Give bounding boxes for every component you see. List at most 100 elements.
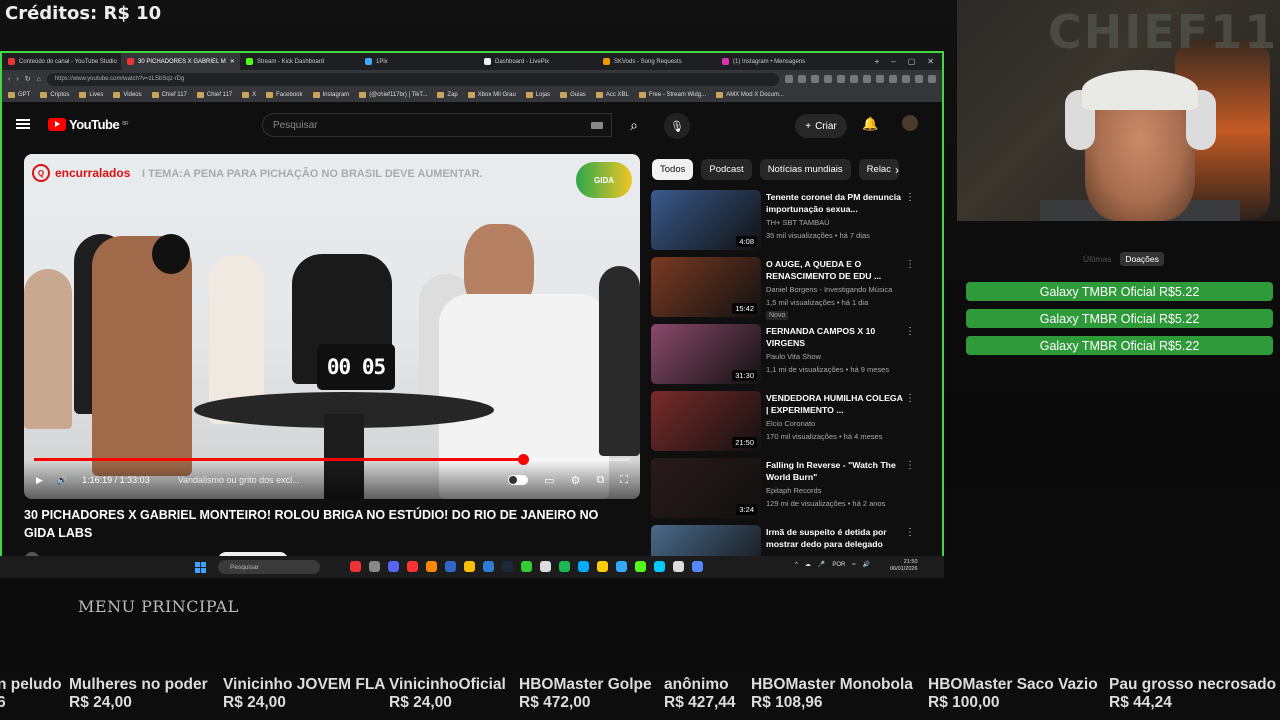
fullscreen-icon[interactable]: ⛶ bbox=[620, 474, 628, 487]
video-title-link[interactable]: VENDEDORA HUMILHA COLEGA | EXPERIMENTO .… bbox=[766, 392, 906, 416]
bookmark-item[interactable]: Guias bbox=[560, 92, 586, 98]
extension-icon[interactable] bbox=[902, 75, 910, 83]
firefox-icon[interactable] bbox=[426, 561, 437, 572]
app-icon[interactable] bbox=[654, 561, 665, 572]
browser-tab[interactable]: Dashboard - LivePix bbox=[478, 53, 597, 70]
reload-icon[interactable]: ↻ bbox=[25, 75, 31, 83]
back-icon[interactable]: ‹ bbox=[8, 76, 10, 83]
more-options-icon[interactable]: ⋮ bbox=[905, 527, 915, 538]
bookmark-item[interactable]: X bbox=[242, 92, 256, 98]
youtube-logo[interactable]: YouTube BR bbox=[48, 117, 129, 132]
channel-name[interactable]: Epitaph Records bbox=[766, 485, 911, 496]
bookmark-item[interactable]: Facebook bbox=[266, 92, 303, 98]
bookmark-item[interactable]: (@chief117br) | TikT... bbox=[359, 92, 427, 98]
taskbar-clock[interactable]: 21:50 06/01/2026 bbox=[890, 559, 918, 573]
more-options-icon[interactable]: ⋮ bbox=[905, 326, 915, 337]
video-title-link[interactable]: FERNANDA CAMPOS X 10 VIRGENS bbox=[766, 325, 906, 349]
close-tab-icon[interactable]: ✕ bbox=[230, 58, 235, 65]
search-button[interactable]: ⌕ bbox=[614, 113, 654, 137]
bookmark-item[interactable]: Criptos bbox=[40, 92, 69, 98]
bookmark-item[interactable]: Chief 117 bbox=[196, 92, 232, 98]
bookmark-item[interactable]: Instagram bbox=[312, 92, 349, 98]
channel-name[interactable]: TH+ SBT TAMBAÚ bbox=[766, 217, 911, 228]
minimize-icon[interactable]: – bbox=[891, 57, 895, 66]
more-options-icon[interactable]: ⋮ bbox=[905, 460, 915, 471]
calculator-icon[interactable] bbox=[616, 561, 627, 572]
edge-icon[interactable] bbox=[483, 561, 494, 572]
app-icon[interactable] bbox=[692, 561, 703, 572]
chapter-label[interactable]: Vandalismo ou grito dos excl... bbox=[178, 475, 300, 485]
app-icon[interactable] bbox=[369, 561, 380, 572]
play-icon[interactable]: ▶ bbox=[36, 475, 43, 486]
spotify-icon[interactable] bbox=[559, 561, 570, 572]
bookmark-item[interactable]: Chief 117 bbox=[151, 92, 187, 98]
settings-gear-icon[interactable]: ⚙ bbox=[571, 474, 581, 487]
filter-chip[interactable]: Relac bbox=[858, 159, 899, 180]
extension-icon[interactable] bbox=[850, 75, 858, 83]
extension-icon[interactable] bbox=[889, 75, 897, 83]
speaker-icon[interactable]: 🔊 bbox=[863, 561, 870, 568]
miniplayer-icon[interactable]: ⧉ bbox=[596, 474, 604, 487]
bookmark-item[interactable]: Lives bbox=[79, 92, 103, 98]
video-thumbnail[interactable]: 15:42 bbox=[651, 257, 761, 317]
extension-icon[interactable] bbox=[837, 75, 845, 83]
video-thumbnail[interactable]: 31:30 bbox=[651, 324, 761, 384]
bookmark-item[interactable]: Acc XBL bbox=[595, 92, 629, 98]
xbox-icon[interactable] bbox=[521, 561, 532, 572]
filter-chip[interactable]: Notícias mundiais bbox=[759, 159, 851, 180]
maximize-icon[interactable]: ▢ bbox=[908, 57, 916, 66]
new-tab-icon[interactable]: + bbox=[875, 57, 880, 66]
close-window-icon[interactable]: ✕ bbox=[927, 57, 934, 66]
opera-icon[interactable] bbox=[407, 561, 418, 572]
windows-start-icon[interactable] bbox=[195, 562, 206, 573]
video-thumbnail[interactable]: 21:50 bbox=[651, 391, 761, 451]
bookmark-item[interactable]: Xbox Mil Grau bbox=[467, 92, 516, 98]
channel-name[interactable]: Elcio Coronato bbox=[766, 418, 911, 429]
chevron-up-icon[interactable]: ^ bbox=[795, 562, 798, 568]
filter-chip[interactable]: Podcast bbox=[701, 159, 752, 180]
more-options-icon[interactable]: ⋮ bbox=[905, 393, 915, 404]
video-title-link[interactable]: Falling In Reverse - "Watch The World Bu… bbox=[766, 459, 906, 483]
language-label[interactable]: POR bbox=[832, 562, 845, 568]
discord-icon[interactable] bbox=[388, 561, 399, 572]
autoplay-toggle[interactable] bbox=[508, 475, 529, 485]
more-options-icon[interactable]: ⋮ bbox=[905, 259, 915, 270]
video-title-link[interactable]: Irmã de suspeito é detida por mostrar de… bbox=[766, 526, 906, 550]
tab-latest[interactable]: Últimas bbox=[1078, 252, 1116, 266]
subtitles-icon[interactable]: ▭ bbox=[544, 474, 554, 487]
steam-icon[interactable] bbox=[502, 561, 513, 572]
hamburger-menu-icon[interactable] bbox=[16, 119, 30, 129]
recommended-video[interactable]: 31:30 FERNANDA CAMPOS X 10 VIRGENS Paulo V… bbox=[651, 324, 931, 384]
extension-icon[interactable] bbox=[798, 75, 806, 83]
browser-tab[interactable]: SKVods - Song Requests bbox=[597, 53, 716, 70]
video-title-link[interactable]: O AUGE, A QUEDA E O RENASCIMENTO DE EDU … bbox=[766, 258, 906, 282]
recommended-video[interactable]: 4:08 Tenente coronel da PM denuncia impor… bbox=[651, 190, 931, 250]
browser-tab[interactable]: Conteúdo do canal - YouTube Studio bbox=[2, 53, 121, 70]
bookmark-item[interactable]: GPT bbox=[8, 92, 30, 98]
volume-icon[interactable]: 🔊 bbox=[57, 475, 68, 486]
recommended-video[interactable]: 21:50 VENDEDORA HUMILHA COLEGA | EXPERIME… bbox=[651, 391, 931, 451]
bookmark-item[interactable]: Zap bbox=[437, 92, 458, 98]
bookmark-item[interactable]: AMX Mod X Docum... bbox=[716, 92, 784, 98]
cloud-icon[interactable]: ☁ bbox=[805, 561, 811, 568]
mic-icon[interactable]: 🎤 bbox=[818, 561, 825, 568]
video-thumbnail[interactable]: 3:24 bbox=[651, 458, 761, 518]
video-thumbnail[interactable]: 4:08 bbox=[651, 190, 761, 250]
create-button[interactable]: + Criar bbox=[795, 114, 847, 138]
bitwarden-icon[interactable] bbox=[445, 561, 456, 572]
forward-icon[interactable]: › bbox=[16, 76, 18, 83]
home-icon[interactable]: ⌂ bbox=[37, 76, 41, 83]
extension-icon[interactable] bbox=[876, 75, 884, 83]
filter-chip[interactable]: Todos bbox=[652, 159, 694, 180]
recommended-video[interactable]: 3:24 Falling In Reverse - "Watch The Worl… bbox=[651, 458, 931, 518]
browser-tab[interactable]: 1Pix bbox=[359, 53, 478, 70]
url-field[interactable]: https://www.youtube.com/watch?v=zLSbSqz-… bbox=[46, 72, 779, 86]
extension-icon[interactable] bbox=[824, 75, 832, 83]
extension-icon[interactable] bbox=[928, 75, 936, 83]
app-icon[interactable] bbox=[673, 561, 684, 572]
app-icon[interactable] bbox=[540, 561, 551, 572]
extension-icon[interactable] bbox=[811, 75, 819, 83]
video-player[interactable]: Q encurralados I TEMA:A PENA PARA PICHAÇ… bbox=[24, 154, 640, 499]
bookmark-item[interactable]: Videos bbox=[113, 92, 142, 98]
voice-search-button[interactable]: 🎙 bbox=[664, 113, 690, 139]
